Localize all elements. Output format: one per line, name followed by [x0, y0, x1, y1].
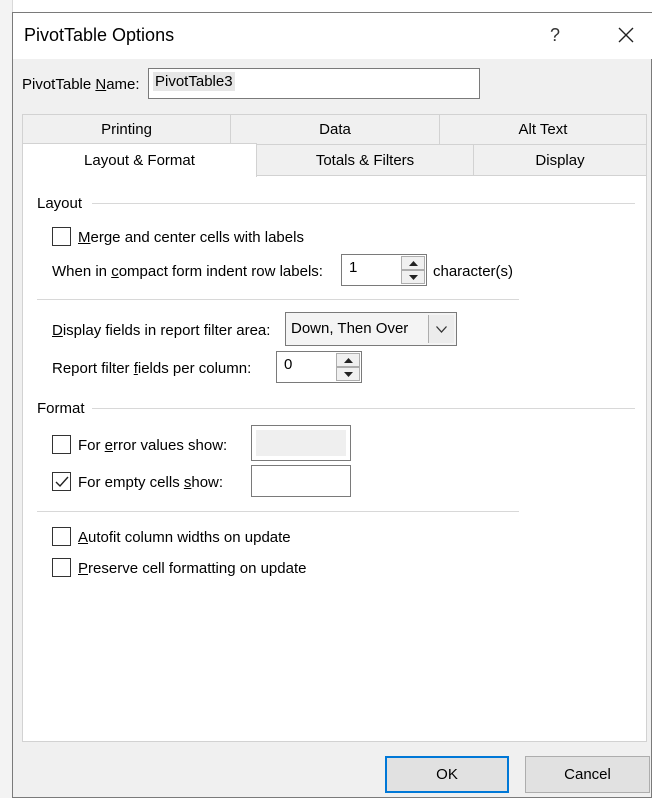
error-values-label: For error values show: [78, 437, 228, 454]
tab-display[interactable]: Display [473, 144, 647, 176]
layout-inner-divider [37, 299, 519, 300]
filter-fields-per-column-label: Report filter fields per column: [52, 360, 252, 377]
display-fields-value: Down, Then Over [291, 320, 409, 337]
autofit-label: Autofit column widths on update [78, 529, 291, 546]
empty-cells-label: For empty cells show: [78, 474, 224, 491]
fields-per-column-spinner[interactable]: 0 [276, 351, 362, 383]
tab-data[interactable]: Data [230, 114, 440, 145]
indent-spin-up[interactable] [401, 256, 425, 270]
format-section-title: Format [37, 400, 85, 417]
tab-printing[interactable]: Printing [22, 114, 231, 145]
display-fields-label: Display fields in report filter area: [52, 322, 271, 339]
cancel-button[interactable]: Cancel [525, 756, 650, 793]
preserve-formatting-checkbox[interactable] [52, 558, 71, 577]
pivottable-name-input[interactable]: PivotTable3 [148, 68, 480, 99]
pivottable-name-value: PivotTable3 [153, 72, 235, 91]
tab-layout-format[interactable]: Layout & Format [22, 143, 257, 177]
error-values-input-disabled-fill [256, 430, 346, 456]
pivottable-name-label: PivotTable Name: [22, 76, 140, 93]
indent-spinner[interactable]: 1 [341, 254, 427, 286]
ok-button[interactable]: OK [385, 756, 509, 793]
merge-center-label: Merge and center cells with labels [78, 229, 304, 246]
tab-totals-filters[interactable]: Totals & Filters [256, 144, 474, 176]
tab-alt-text[interactable]: Alt Text [439, 114, 647, 145]
indent-value: 1 [349, 259, 358, 276]
compact-indent-label: When in compact form indent row labels: [52, 263, 323, 280]
format-inner-divider [37, 511, 519, 512]
autofit-checkbox[interactable] [52, 527, 71, 546]
display-fields-dropdown[interactable]: Down, Then Over [285, 312, 457, 346]
empty-cells-input[interactable] [251, 465, 351, 497]
spin-down-icon [408, 274, 418, 280]
checkmark-icon [55, 476, 69, 487]
format-divider [92, 408, 635, 409]
dialog-title: PivotTable Options [24, 25, 175, 45]
spin-up-icon [343, 357, 353, 363]
preserve-formatting-label: Preserve cell formatting on update [78, 560, 307, 577]
error-values-checkbox[interactable] [52, 435, 71, 454]
close-button[interactable] [602, 16, 650, 54]
display-fields-arrow[interactable] [428, 315, 454, 343]
per-column-spin-up[interactable] [336, 353, 360, 367]
error-values-input[interactable] [251, 425, 351, 461]
spin-up-icon [408, 260, 418, 266]
merge-center-checkbox[interactable] [52, 227, 71, 246]
chevron-down-icon [436, 325, 447, 333]
fields-per-column-value: 0 [284, 356, 293, 373]
per-column-spin-down[interactable] [336, 367, 360, 381]
help-button[interactable]: ? [535, 16, 575, 54]
indent-spin-down[interactable] [401, 270, 425, 284]
layout-section-title: Layout [37, 195, 83, 212]
layout-divider [92, 203, 635, 204]
indent-unit-label: character(s) [433, 263, 514, 280]
spin-down-icon [343, 371, 353, 377]
empty-cells-checkbox[interactable] [52, 472, 71, 491]
close-icon [618, 27, 634, 43]
